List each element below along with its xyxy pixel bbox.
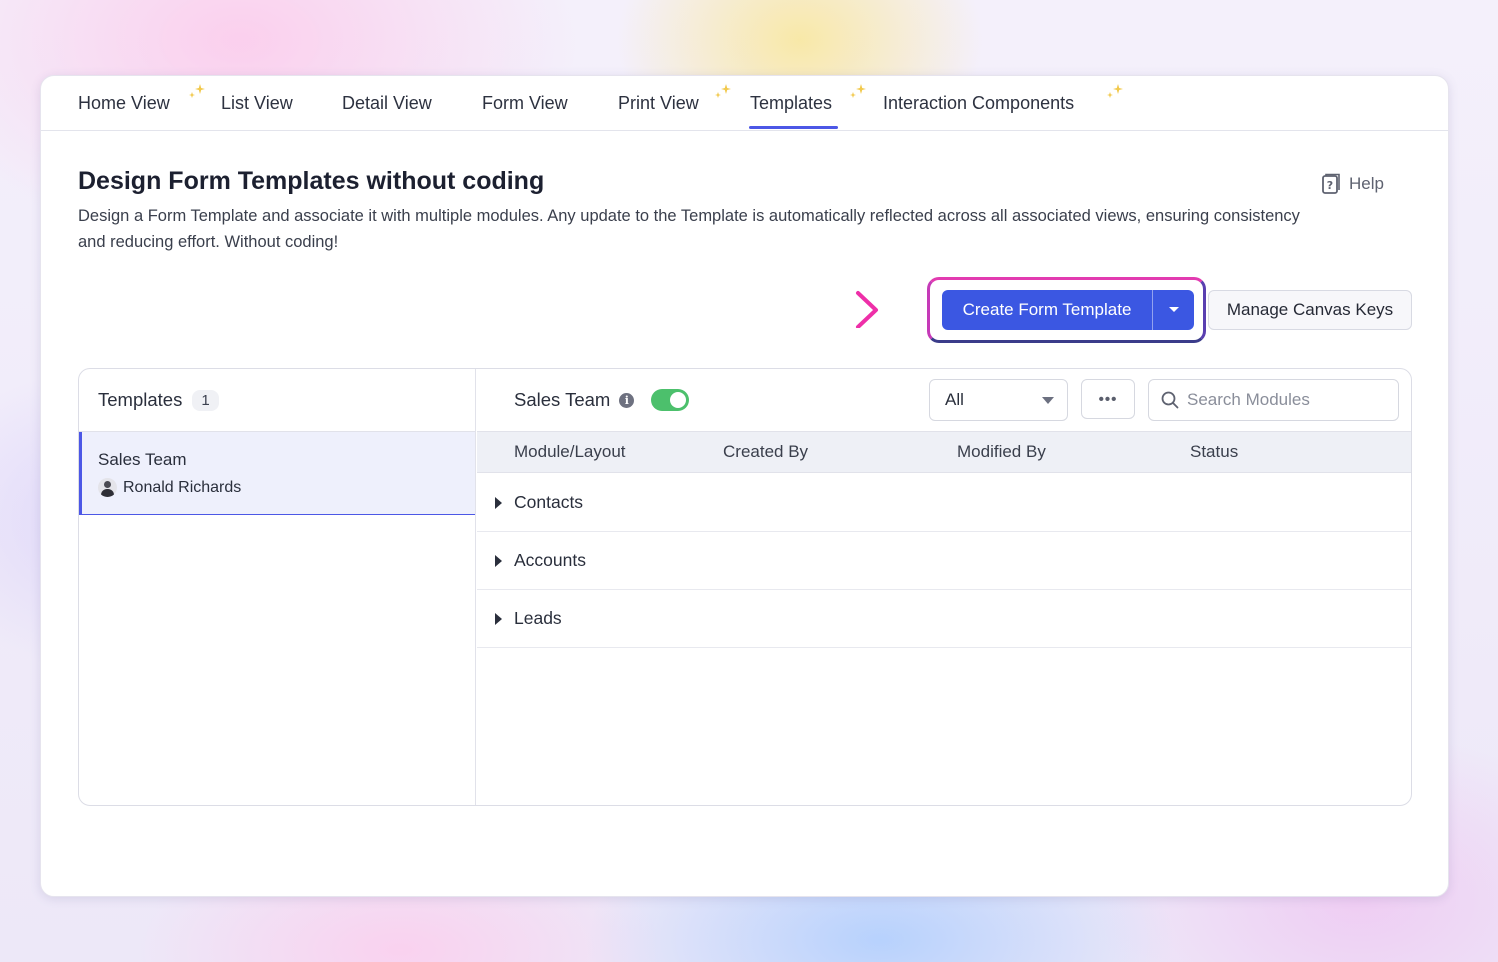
tab-templates[interactable]: Templates (748, 93, 839, 129)
expand-caret-icon[interactable] (495, 613, 502, 625)
create-form-template-label[interactable]: Create Form Template (942, 290, 1152, 330)
sparkle-icon (189, 84, 205, 98)
template-owner-name: Ronald Richards (123, 478, 242, 496)
template-owner: Ronald Richards (98, 478, 241, 497)
page-description: Design a Form Template and associate it … (78, 207, 1300, 251)
sparkle-icon (850, 84, 866, 98)
tab-detail-view[interactable]: Detail View (342, 93, 432, 114)
detail-title: Sales Team i (514, 389, 690, 411)
templates-count-badge: 1 (192, 389, 219, 411)
svg-text:?: ? (1327, 179, 1333, 192)
detail-toolbar: Sales Team i All ••• (477, 369, 1411, 432)
table-row[interactable]: Leads (477, 590, 1411, 648)
manage-canvas-keys-button[interactable]: Manage Canvas Keys (1208, 290, 1412, 330)
module-name: Leads (514, 608, 562, 628)
help-book-icon: ? (1322, 173, 1340, 194)
table-row[interactable]: Contacts (477, 474, 1411, 532)
filter-select-value: All (945, 390, 964, 409)
search-icon (1161, 391, 1179, 409)
template-item-sales-team[interactable]: Sales Team Ronald Richards (79, 432, 475, 515)
pointer-arrow-icon (798, 291, 878, 328)
expand-caret-icon[interactable] (495, 497, 502, 509)
template-name: Sales Team (98, 450, 187, 469)
help-link[interactable]: ? Help (1321, 173, 1384, 195)
sparkle-icon (715, 84, 731, 98)
filter-select[interactable]: All (929, 379, 1068, 421)
column-header-modified-by: Modified By (957, 442, 1046, 461)
help-label: Help (1349, 174, 1384, 193)
view-tabs: Home View List View Detail View Form Vie… (41, 76, 1448, 131)
template-enabled-toggle[interactable] (651, 389, 690, 411)
column-header-module: Module/Layout (514, 442, 626, 461)
sparkle-icon (1107, 84, 1123, 98)
templates-heading-label: Templates (98, 389, 183, 410)
info-icon[interactable]: i (619, 392, 635, 408)
tab-home-view[interactable]: Home View (78, 93, 170, 114)
page-title: Design Form Templates without coding (78, 167, 545, 195)
main-card: Home View List View Detail View Form Vie… (40, 75, 1449, 897)
detail-title-label: Sales Team (514, 389, 611, 410)
avatar (98, 478, 117, 497)
table-header: Module/Layout Created By Modified By Sta… (477, 431, 1411, 473)
module-name: Accounts (514, 550, 586, 570)
more-options-button[interactable]: ••• (1081, 379, 1135, 419)
chevron-down-icon (1042, 397, 1054, 404)
templates-heading: Templates 1 (79, 369, 475, 432)
create-dropdown-toggle[interactable] (1152, 290, 1194, 330)
module-name: Contacts (514, 492, 584, 512)
search-modules-input[interactable] (1187, 390, 1387, 410)
column-header-status: Status (1190, 442, 1239, 461)
create-form-template-button[interactable]: Create Form Template (942, 290, 1194, 330)
templates-panel: Templates 1 Sales Team Ronald Richards S… (78, 368, 1412, 806)
tab-list-view[interactable]: List View (221, 93, 293, 114)
search-modules-field[interactable] (1148, 379, 1399, 421)
tab-form-view[interactable]: Form View (482, 93, 568, 114)
template-detail: Sales Team i All ••• Mo (477, 369, 1411, 805)
tab-interaction-components[interactable]: Interaction Components (883, 93, 1074, 114)
table-row[interactable]: Accounts (477, 532, 1411, 590)
column-header-created-by: Created By (723, 442, 809, 461)
tab-print-view[interactable]: Print View (618, 93, 699, 114)
expand-caret-icon[interactable] (495, 555, 502, 567)
chevron-down-icon (1168, 307, 1179, 312)
templates-sidebar: Templates 1 Sales Team Ronald Richards (79, 369, 476, 805)
